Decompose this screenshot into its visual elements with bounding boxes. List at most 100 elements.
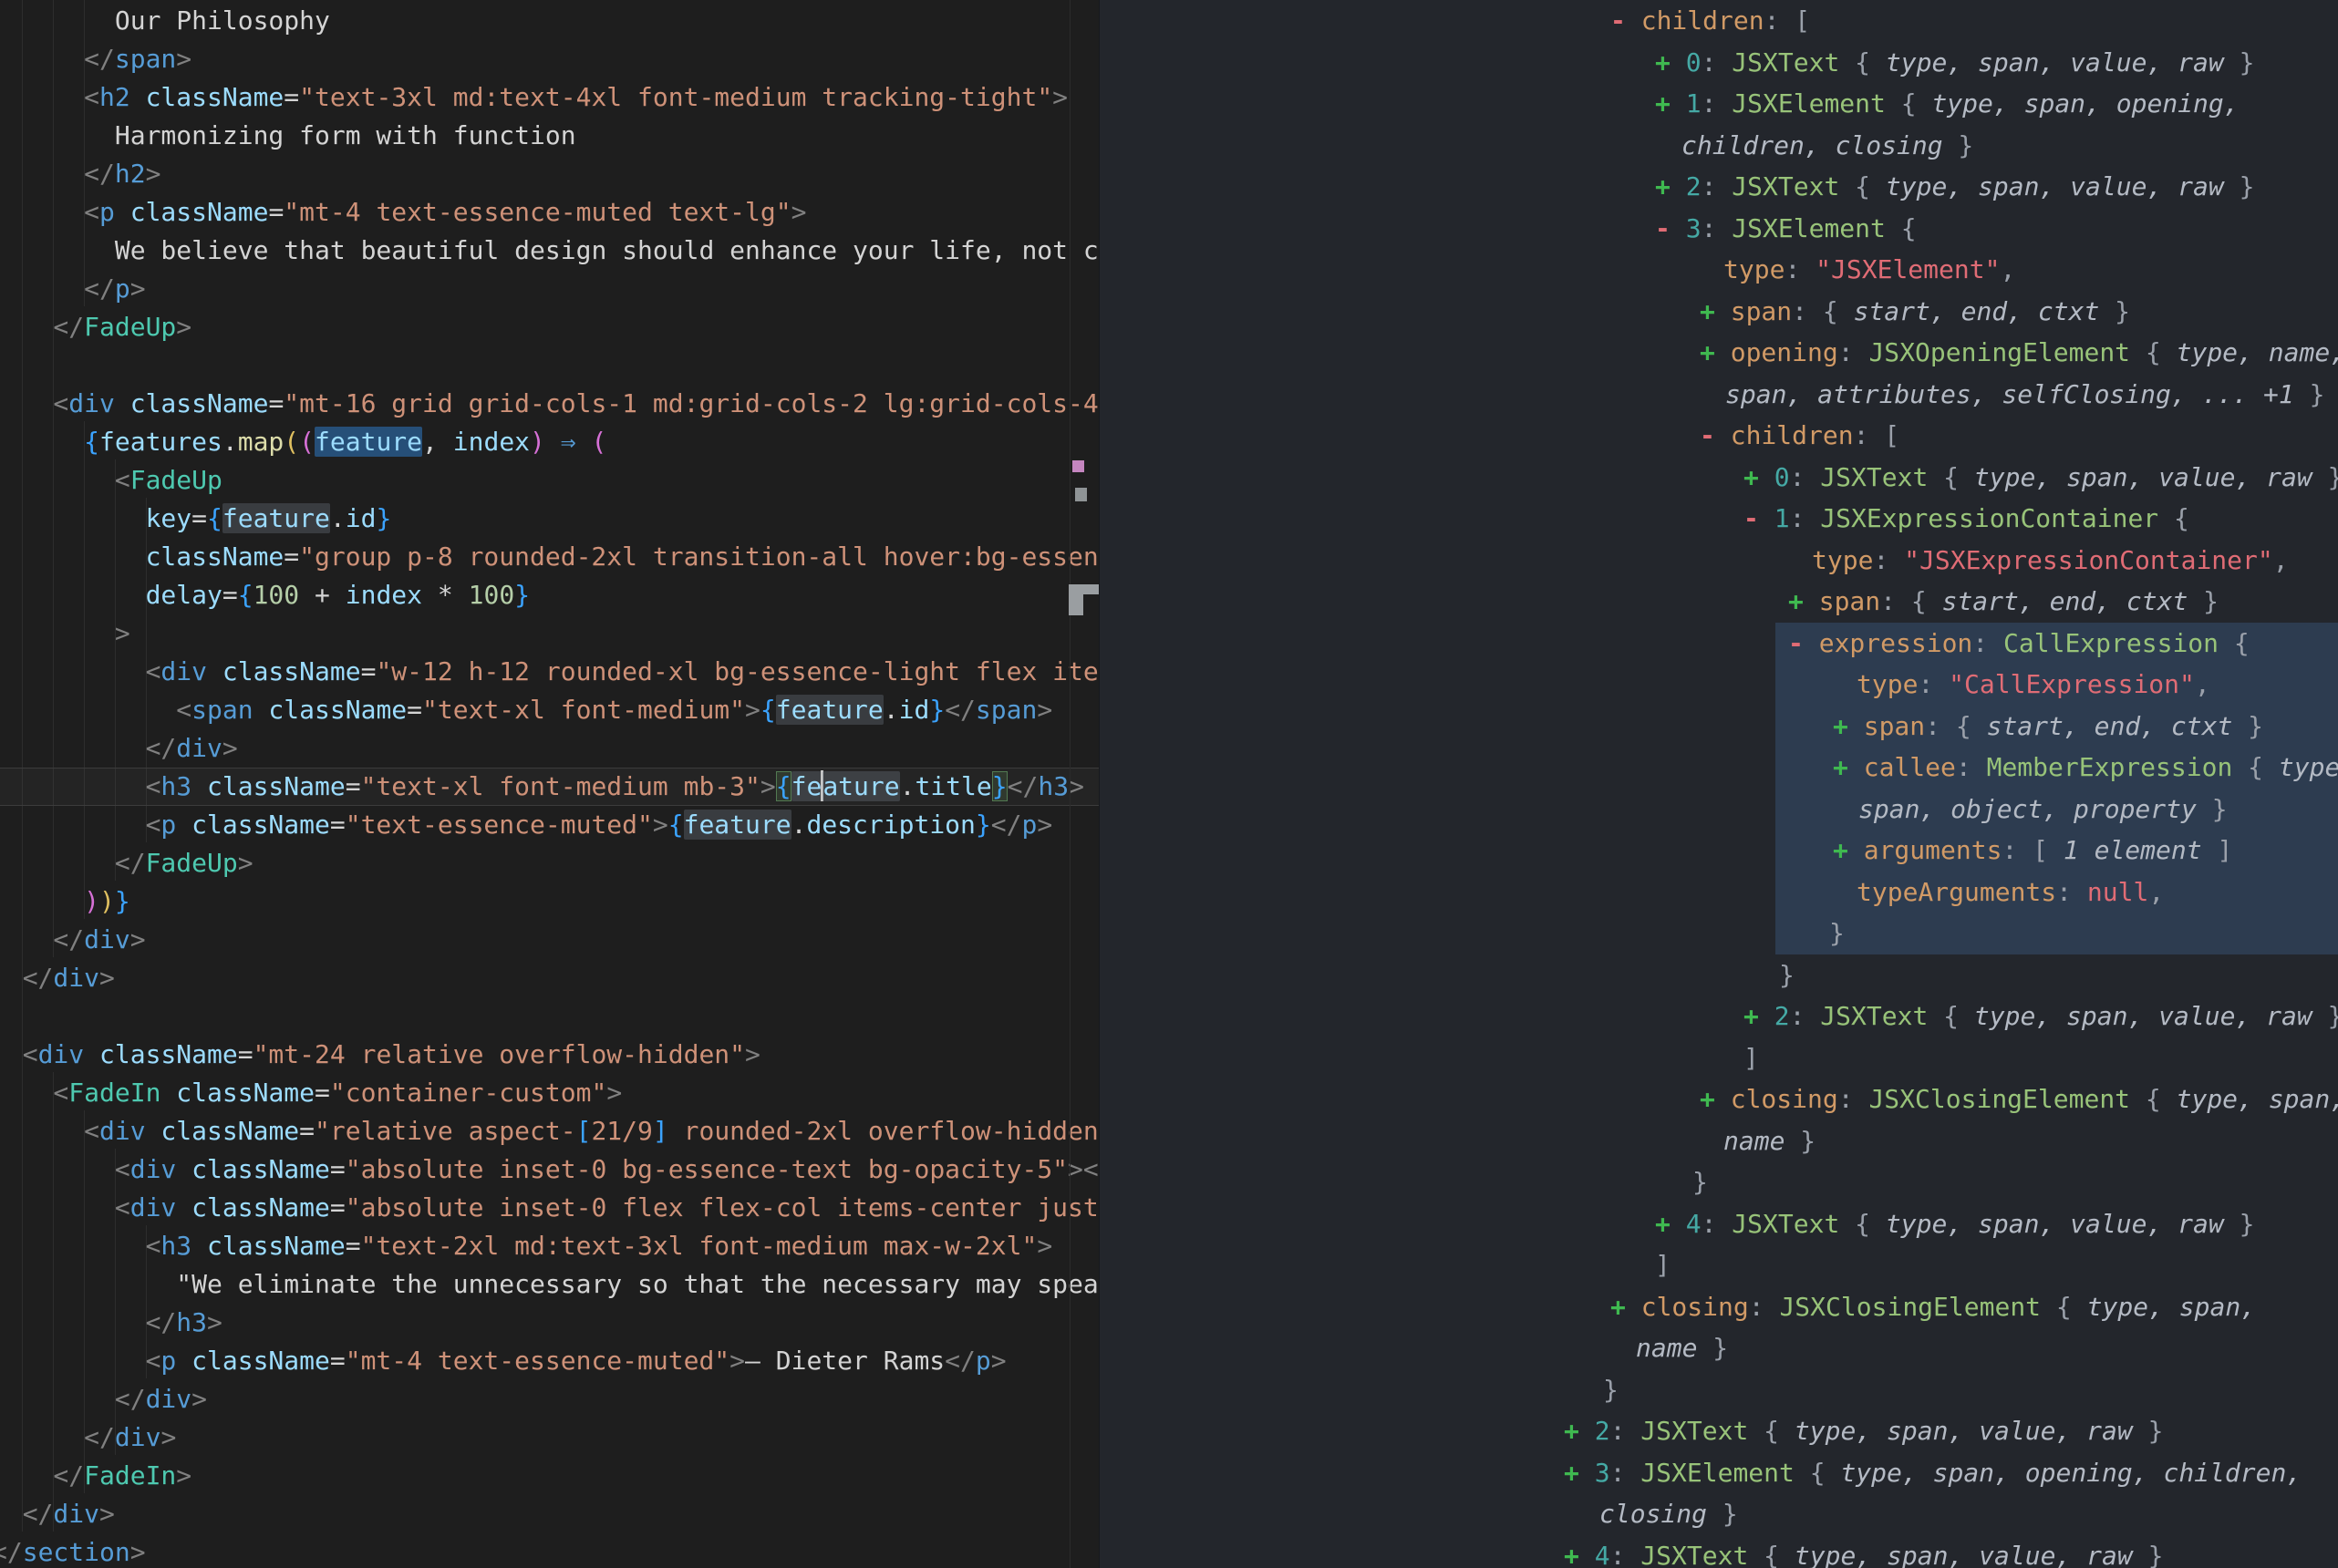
ast-node-line[interactable]: } (1100, 913, 2338, 954)
code-line[interactable]: </div> (0, 959, 1099, 997)
code-line[interactable]: We believe that beautiful design should … (0, 232, 1099, 270)
ast-tree-explorer-pane[interactable]: - children: [+ 0: JSXText { type, span, … (1099, 0, 2338, 1568)
code-line[interactable]: className="group p-8 rounded-2xl transit… (0, 538, 1099, 576)
code-line[interactable]: </FadeUp> (0, 308, 1099, 346)
expand-plus-icon[interactable]: + (1655, 171, 1686, 201)
ast-node-line[interactable]: + 0: JSXText { type, span, value, raw } (1100, 42, 2338, 84)
code-line[interactable]: </FadeIn> (0, 1457, 1099, 1495)
ast-node-line[interactable]: type: "CallExpression", (1100, 664, 2338, 706)
code-line[interactable]: </div> (0, 729, 1099, 768)
ast-node-line[interactable]: - 1: JSXExpressionContainer { (1100, 498, 2338, 540)
expand-plus-icon[interactable]: + (1700, 337, 1731, 367)
code-line[interactable]: <FadeUp (0, 461, 1099, 500)
ast-node-line[interactable]: + 4: JSXText { type, span, value, raw } (1100, 1203, 2338, 1245)
expand-plus-icon[interactable]: + (1655, 1209, 1686, 1239)
code-line[interactable]: </p> (0, 270, 1099, 308)
expand-plus-icon[interactable]: + (1743, 1001, 1774, 1031)
collapse-minus-icon[interactable]: - (1610, 5, 1641, 36)
ast-node-line[interactable]: span, attributes, selfClosing, ... +1 } (1100, 374, 2338, 416)
code-line[interactable]: Harmonizing form with function (0, 117, 1099, 155)
code-line[interactable]: key={feature.id} (0, 500, 1099, 538)
code-line[interactable]: <p className="mt-4 text-essence-muted">—… (0, 1342, 1099, 1380)
expand-plus-icon[interactable]: + (1833, 835, 1864, 865)
code-line[interactable]: </div> (0, 921, 1099, 959)
code-line[interactable]: </div> (0, 1418, 1099, 1457)
expand-plus-icon[interactable]: + (1655, 88, 1686, 119)
code-line[interactable]: > (0, 614, 1099, 653)
ast-node-line[interactable]: + span: { start, end, ctxt } (1100, 291, 2338, 333)
ast-node-line[interactable]: name } (1100, 1327, 2338, 1369)
code-line[interactable]: <p className="mt-4 text-essence-muted te… (0, 193, 1099, 232)
ast-node-line[interactable]: } (1100, 1369, 2338, 1411)
code-line[interactable]: <div className="relative aspect-[21/9] r… (0, 1112, 1099, 1150)
code-line[interactable]: <h2 className="text-3xl md:text-4xl font… (0, 78, 1099, 117)
ast-node-line[interactable]: + closing: JSXClosingElement { type, spa… (1100, 1286, 2338, 1328)
ast-node-line[interactable]: + 0: JSXText { type, span, value, raw } (1100, 457, 2338, 499)
ast-node-line[interactable]: typeArguments: null, (1100, 872, 2338, 913)
ast-node-line[interactable]: type: "JSXElement", (1100, 249, 2338, 291)
ast-node-line[interactable]: children, closing } (1100, 125, 2338, 167)
ast-node-line[interactable]: name } (1100, 1120, 2338, 1162)
ast-node-line[interactable]: + arguments: [ 1 element ] (1100, 830, 2338, 872)
code-line[interactable]: <div className="mt-16 grid grid-cols-1 m… (0, 385, 1099, 423)
ast-node-line[interactable]: - 3: JSXElement { (1100, 208, 2338, 250)
ast-node-line[interactable]: } (1100, 1161, 2338, 1203)
expand-plus-icon[interactable]: + (1564, 1541, 1595, 1568)
expand-plus-icon[interactable]: + (1700, 1084, 1731, 1114)
expand-plus-icon[interactable]: + (1833, 711, 1864, 741)
ast-node-line[interactable]: + 2: JSXText { type, span, value, raw } (1100, 995, 2338, 1037)
ast-node-line[interactable]: - expression: CallExpression { (1100, 623, 2338, 665)
ast-node-line[interactable]: + span: { start, end, ctxt } (1100, 581, 2338, 623)
ast-node-line[interactable]: + span: { start, end, ctxt } (1100, 706, 2338, 748)
expand-plus-icon[interactable]: + (1700, 296, 1731, 326)
code-line[interactable]: <p className="text-essence-muted">{featu… (0, 806, 1099, 844)
ast-node-line[interactable]: + callee: MemberExpression { type, (1100, 747, 2338, 789)
expand-plus-icon[interactable]: + (1788, 586, 1819, 616)
ast-node-line[interactable]: - children: [ (1100, 415, 2338, 457)
code-line[interactable]: <h3 className="text-2xl md:text-3xl font… (0, 1227, 1099, 1265)
code-line[interactable]: Our Philosophy (0, 2, 1099, 40)
ast-node-line[interactable]: + opening: JSXOpeningElement { type, nam… (1100, 332, 2338, 374)
code-line[interactable]: <div className="mt-24 relative overflow-… (0, 1036, 1099, 1074)
collapse-minus-icon[interactable]: - (1655, 213, 1686, 243)
expand-plus-icon[interactable]: + (1564, 1458, 1595, 1488)
expand-plus-icon[interactable]: + (1655, 47, 1686, 77)
ast-node-line[interactable]: type: "JSXExpressionContainer", (1100, 540, 2338, 582)
ast-node-line[interactable]: + closing: JSXClosingElement { type, spa… (1100, 1078, 2338, 1120)
code-line[interactable]: "We eliminate the unnecessary so that th… (0, 1265, 1099, 1304)
ast-node-line[interactable]: } (1100, 954, 2338, 996)
ast-node-line[interactable]: ] (1100, 1244, 2338, 1286)
ast-node-line[interactable]: + 4: JSXText { type, span, value, raw } (1100, 1535, 2338, 1568)
code-line[interactable]: <div className="w-12 h-12 rounded-xl bg-… (0, 653, 1099, 691)
code-line[interactable] (0, 346, 1099, 385)
ast-node-line[interactable]: + 2: JSXText { type, span, value, raw } (1100, 166, 2338, 208)
ast-node-line[interactable]: + 3: JSXElement { type, span, opening, c… (1100, 1452, 2338, 1494)
code-line[interactable]: <div className="absolute inset-0 flex fl… (0, 1189, 1099, 1227)
ast-node-line[interactable]: - children: [ (1100, 0, 2338, 42)
expand-plus-icon[interactable]: + (1610, 1292, 1641, 1322)
ast-node-line[interactable]: span, object, property } (1100, 789, 2338, 830)
code-line[interactable]: </FadeUp> (0, 844, 1099, 882)
code-line[interactable]: </div> (0, 1495, 1099, 1533)
collapse-minus-icon[interactable]: - (1700, 420, 1731, 450)
code-line[interactable]: </span> (0, 40, 1099, 78)
jsx-source-editor-pane[interactable]: Our Philosophy</span><h2 className="text… (0, 0, 1099, 1568)
expand-plus-icon[interactable]: + (1833, 752, 1864, 782)
code-line[interactable]: delay={100 + index * 100} (0, 576, 1099, 614)
expand-plus-icon[interactable]: + (1564, 1416, 1595, 1446)
code-line[interactable]: </div> (0, 1380, 1099, 1418)
ast-node-line[interactable]: + 1: JSXElement { type, span, opening, (1100, 83, 2338, 125)
code-line[interactable]: <div className="absolute inset-0 bg-esse… (0, 1150, 1099, 1189)
code-line[interactable] (0, 997, 1099, 1036)
code-line[interactable]: <FadeIn className="container-custom"> (0, 1074, 1099, 1112)
code-line[interactable]: </h3> (0, 1304, 1099, 1342)
collapse-minus-icon[interactable]: - (1743, 503, 1774, 533)
collapse-minus-icon[interactable]: - (1788, 628, 1819, 658)
ast-node-line[interactable]: ] (1100, 1037, 2338, 1079)
code-line[interactable]: </h2> (0, 155, 1099, 193)
code-line[interactable]: <h3 className="text-xl font-medium mb-3"… (0, 768, 1099, 806)
code-line[interactable]: {features.map((feature, index) ⇒ ( (0, 423, 1099, 461)
code-line[interactable]: </section> (0, 1533, 1099, 1568)
ast-node-line[interactable]: closing } (1100, 1493, 2338, 1535)
code-line[interactable]: ))} (0, 882, 1099, 921)
